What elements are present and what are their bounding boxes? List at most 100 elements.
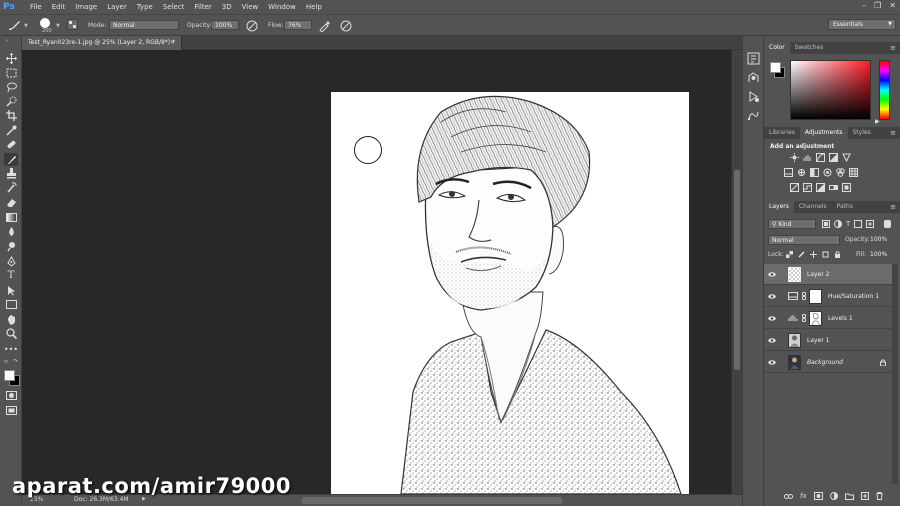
fill-value[interactable]: 100%: [870, 250, 887, 260]
gradient-tool-icon[interactable]: [4, 211, 18, 224]
black-white-icon[interactable]: [810, 168, 819, 177]
blur-tool-icon[interactable]: [4, 225, 18, 238]
zoom-tool-icon[interactable]: [4, 327, 18, 340]
healing-brush-tool-icon[interactable]: [4, 138, 18, 151]
airbrush-icon[interactable]: [318, 20, 330, 32]
hue-slider[interactable]: [879, 60, 890, 120]
swap-colors-icon[interactable]: ↷: [13, 358, 18, 365]
eye-icon[interactable]: [764, 293, 780, 299]
layer-mask-thumbnail[interactable]: [809, 310, 822, 326]
tab-color[interactable]: Color: [764, 42, 790, 54]
new-group-icon[interactable]: [844, 493, 854, 500]
lock-artboard-icon[interactable]: [822, 251, 829, 258]
chain-link-icon[interactable]: [802, 314, 806, 322]
path-selection-tool-icon[interactable]: [4, 284, 18, 297]
tab-libraries[interactable]: Libraries: [764, 127, 800, 139]
levels-icon[interactable]: [803, 153, 812, 162]
lock-transparent-icon[interactable]: [786, 251, 793, 258]
move-tool-icon[interactable]: [4, 52, 18, 65]
filter-smart-object-icon[interactable]: [866, 220, 875, 228]
new-layer-icon[interactable]: [860, 492, 869, 500]
vertical-scrollbar[interactable]: [731, 50, 742, 494]
chevron-down-icon[interactable]: ▼: [56, 23, 60, 29]
channel-mixer-icon[interactable]: [836, 168, 845, 177]
brightness-contrast-icon[interactable]: [790, 153, 799, 162]
paths-panel-icon[interactable]: [747, 109, 760, 122]
menu-layer[interactable]: Layer: [102, 0, 132, 14]
hue-saturation-icon[interactable]: [784, 168, 793, 177]
screen-mode-icon[interactable]: [4, 404, 18, 417]
fx-icon[interactable]: fx: [800, 492, 807, 500]
layer-row[interactable]: Background: [764, 352, 892, 373]
hue-slider-arrow-icon[interactable]: ▶: [875, 118, 880, 125]
vertical-scroll-thumb[interactable]: [734, 170, 740, 370]
filter-type-icon[interactable]: T: [846, 220, 850, 228]
panel-menu-icon[interactable]: ≡: [890, 129, 896, 137]
canvas-area[interactable]: [22, 50, 742, 494]
chain-link-icon[interactable]: [802, 292, 806, 300]
curves-icon[interactable]: [816, 153, 825, 162]
tab-paths[interactable]: Paths: [832, 201, 858, 213]
brush-tool-icon[interactable]: [8, 19, 22, 31]
close-icon[interactable]: ✕: [889, 1, 896, 10]
menu-image[interactable]: Image: [70, 0, 102, 14]
more-tools-icon[interactable]: •••: [4, 343, 18, 356]
filter-pixel-icon[interactable]: [822, 220, 830, 228]
horizontal-scroll-thumb[interactable]: [302, 497, 562, 504]
pen-tool-icon[interactable]: [4, 255, 18, 268]
threshold-icon[interactable]: [816, 183, 825, 192]
tab-channels[interactable]: Channels: [794, 201, 832, 213]
clone-stamp-tool-icon[interactable]: [4, 167, 18, 180]
menu-help[interactable]: Help: [301, 0, 327, 14]
quick-mask-icon[interactable]: [4, 389, 18, 402]
layer-row[interactable]: Layer 2: [764, 264, 892, 285]
color-lookup-icon[interactable]: [849, 168, 858, 177]
tab-adjustments[interactable]: Adjustments: [799, 127, 848, 139]
link-layers-icon[interactable]: [784, 493, 793, 500]
invert-icon[interactable]: [790, 183, 799, 192]
filter-shape-icon[interactable]: [854, 220, 863, 228]
posterize-icon[interactable]: [803, 183, 812, 192]
lasso-tool-icon[interactable]: [4, 81, 18, 94]
add-mask-icon[interactable]: [813, 492, 823, 500]
tab-swatches[interactable]: Swatches: [790, 42, 829, 54]
eye-icon[interactable]: [764, 271, 780, 277]
collapse-arrows-icon[interactable]: »: [5, 38, 8, 44]
eraser-tool-icon[interactable]: [4, 196, 18, 209]
color-panel-foreground-swatch[interactable]: [770, 62, 781, 73]
workspace-dropdown[interactable]: Essentials ▼: [828, 19, 896, 30]
brush-preset-icon[interactable]: [40, 18, 50, 28]
layer-filter-dropdown[interactable]: ⚲ Kind: [768, 219, 816, 229]
panel-menu-icon[interactable]: ≡: [890, 203, 896, 211]
foreground-color-swatch[interactable]: [4, 370, 15, 381]
layers-scrollbar[interactable]: [892, 264, 898, 484]
color-balance-icon[interactable]: [797, 168, 806, 177]
actions-panel-icon[interactable]: [747, 90, 760, 103]
opacity-field[interactable]: 100%: [211, 20, 239, 30]
minimize-icon[interactable]: –: [862, 1, 866, 10]
eye-icon[interactable]: [764, 359, 780, 365]
rectangle-tool-icon[interactable]: [4, 298, 18, 311]
tab-layers[interactable]: Layers: [764, 201, 794, 213]
mode-dropdown[interactable]: Normal: [109, 20, 179, 30]
menu-select[interactable]: Select: [158, 0, 190, 14]
color-field[interactable]: [790, 60, 871, 120]
delete-layer-icon[interactable]: [876, 492, 883, 500]
crop-tool-icon[interactable]: [4, 109, 18, 122]
menu-3d[interactable]: 3D: [217, 0, 237, 14]
document-tab[interactable]: Test_Ryan023re-1.jpg @ 25% (Layer 2, RGB…: [22, 36, 182, 50]
new-adjustment-layer-icon[interactable]: [829, 492, 838, 500]
menu-type[interactable]: Type: [132, 0, 158, 14]
lock-image-icon[interactable]: [798, 251, 805, 258]
default-colors-icon[interactable]: ▫: [4, 358, 8, 365]
marquee-tool-icon[interactable]: [4, 66, 18, 79]
panel-menu-icon[interactable]: ≡: [890, 44, 896, 52]
vibrance-icon[interactable]: [842, 153, 851, 162]
menu-window[interactable]: Window: [263, 0, 301, 14]
chevron-down-icon[interactable]: ▼: [24, 23, 28, 29]
blend-mode-dropdown[interactable]: Normal: [768, 235, 840, 245]
layer-mask-thumbnail[interactable]: [809, 288, 822, 304]
close-tab-icon[interactable]: ×: [170, 36, 175, 50]
history-panel-icon[interactable]: [747, 52, 760, 65]
exposure-icon[interactable]: [829, 153, 838, 162]
